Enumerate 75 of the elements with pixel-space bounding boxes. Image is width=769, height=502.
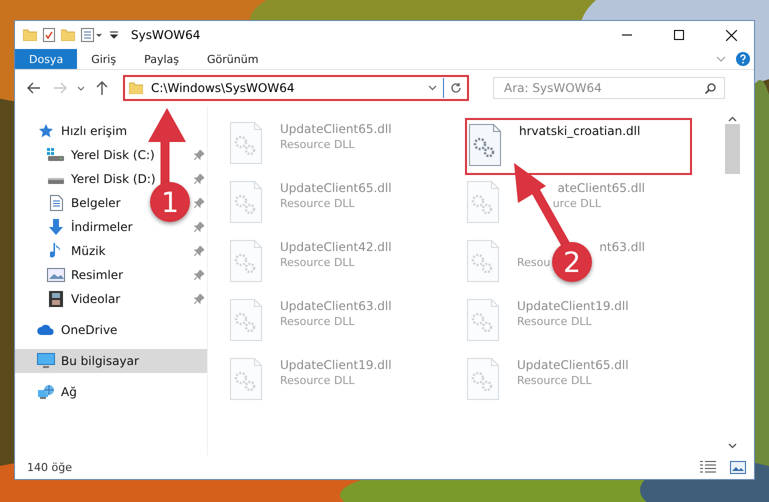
sidebar-item[interactable]: Bu bilgisayar [61, 354, 139, 368]
pin-icon[interactable] [194, 222, 204, 232]
gear-file-icon [230, 240, 262, 282]
file-type: Resource DLL [280, 315, 355, 328]
gear-file-icon [230, 181, 262, 223]
file-type: Resou [517, 256, 550, 269]
star-icon [37, 123, 55, 139]
sidebar-item[interactable]: İndirmeler [71, 220, 133, 234]
file-type: Resource DLL [280, 138, 355, 151]
computer-icon [37, 353, 55, 369]
forward-arrow-icon [53, 82, 67, 94]
sidebar-item[interactable]: Resimler [71, 268, 124, 282]
help-icon[interactable] [736, 52, 750, 66]
file-name[interactable]: hrvatski_croatian.dll [519, 124, 640, 138]
gear-file-icon [467, 358, 499, 400]
drive-icon [47, 148, 65, 162]
file-type: Resource DLL [280, 256, 355, 269]
file-type: Resource DLL [517, 315, 592, 328]
sidebar-item[interactable]: Yerel Disk (C:) [71, 148, 155, 162]
expand-ribbon-icon[interactable] [716, 56, 726, 62]
sidebar-item[interactable]: Hızlı erişim [61, 124, 128, 138]
document-icon [47, 195, 65, 211]
address-input[interactable]: C:\Windows\SysWOW64 [149, 80, 422, 96]
ribbon-tab[interactable]: Dosya [15, 49, 78, 69]
picture-icon [47, 268, 65, 282]
pin-icon[interactable] [194, 270, 204, 280]
film-icon [47, 291, 65, 307]
sidebar-item[interactable]: Müzik [71, 244, 106, 258]
gear-file-icon [469, 124, 501, 166]
gear-file-icon [467, 240, 499, 282]
sidebar-item[interactable]: Belgeler [71, 196, 121, 210]
file-type: Resource DLL [517, 374, 592, 387]
ribbon-tab[interactable]: Görünüm [193, 49, 272, 69]
scroll-up-icon[interactable] [728, 116, 737, 122]
gear-file-icon [467, 299, 499, 341]
pin-icon[interactable] [194, 246, 204, 256]
close-icon [726, 30, 736, 40]
folder-icon [129, 82, 143, 94]
file-type: Resource DLL [280, 374, 355, 387]
maximize-icon [674, 30, 684, 40]
scroll-down-icon[interactable] [728, 443, 737, 449]
pin-icon[interactable] [194, 174, 204, 184]
address-bar[interactable]: C:\Windows\SysWOW64 [123, 75, 469, 101]
cloud-icon [37, 324, 55, 336]
gear-file-icon [230, 299, 262, 341]
sidebar-item[interactable]: Ağ [61, 385, 77, 399]
large-icons-view-icon[interactable] [730, 460, 746, 474]
ribbon-tab[interactable]: Giriş [77, 49, 130, 69]
details-view-icon[interactable] [700, 461, 716, 473]
network-icon [37, 384, 55, 400]
refresh-icon[interactable] [450, 82, 462, 94]
up-arrow-icon [96, 81, 108, 95]
checklist-icon[interactable] [43, 28, 55, 42]
pin-icon[interactable] [194, 198, 204, 208]
search-field[interactable]: Ara: SysWOW64 [493, 77, 725, 99]
search-icon[interactable] [705, 82, 716, 94]
ribbon-tab[interactable]: Paylaş [130, 49, 193, 69]
gear-file-icon [230, 122, 262, 164]
sidebar-item[interactable]: OneDrive [61, 323, 118, 337]
caret-icon[interactable] [428, 85, 437, 91]
customize-caret-icon[interactable] [109, 30, 119, 40]
pin-icon[interactable] [194, 150, 204, 160]
scroll-thumb[interactable] [725, 124, 740, 174]
file-type: urce DLL [552, 197, 601, 210]
pin-icon[interactable] [194, 294, 204, 304]
back-arrow-icon [27, 82, 41, 94]
window-title: SysWOW64 [131, 28, 200, 42]
gear-file-icon [467, 181, 499, 223]
properties-icon[interactable] [81, 28, 103, 42]
download-arrow-icon [47, 219, 65, 235]
sidebar-item[interactable]: Videolar [71, 292, 120, 306]
gear-file-icon [230, 358, 262, 400]
caret-icon [77, 86, 85, 90]
file-type: Resource DLL [280, 197, 355, 210]
item-count: 140 öğe [27, 460, 72, 474]
